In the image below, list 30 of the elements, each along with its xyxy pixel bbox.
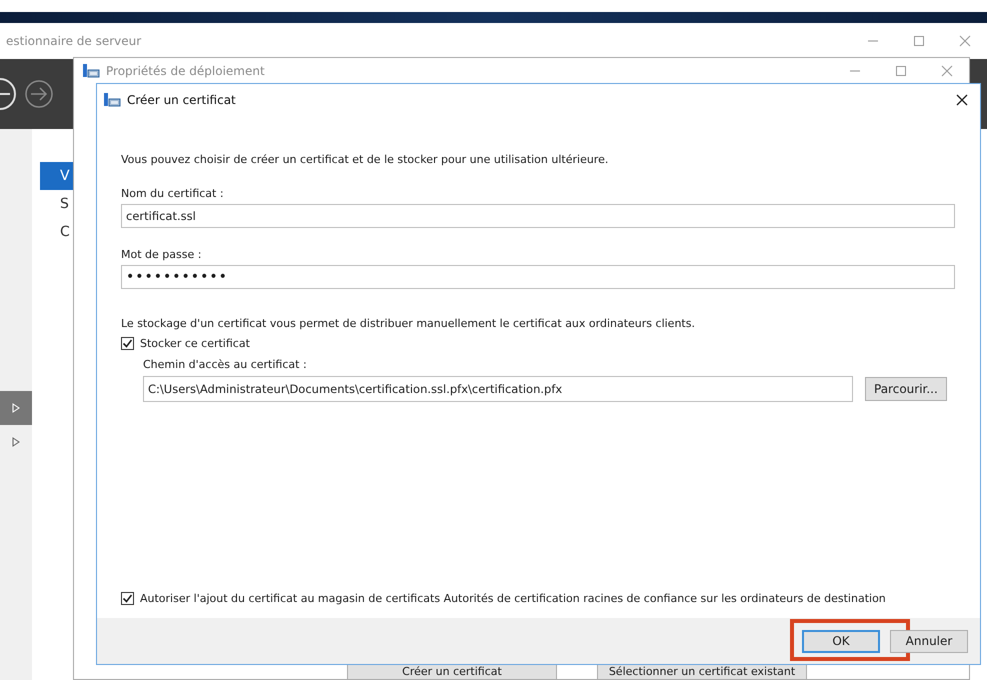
window-title: Créer un certificat <box>127 93 236 107</box>
expand-row[interactable] <box>0 391 32 425</box>
maximize-icon <box>895 65 907 77</box>
dialog-button[interactable]: OK <box>802 630 880 652</box>
window-title: estionnaire de serveur <box>6 34 142 48</box>
field-label: Nom du certificat : <box>121 186 225 201</box>
field-label: Mot de passe : <box>121 247 202 262</box>
checkbox-label: Autoriser l'ajout du certificat au magasin de certificats Autorités de certification racines de confiance sur les ordinateurs de destination <box>140 591 886 606</box>
window-icon <box>82 63 100 79</box>
expand-arrow-icon <box>12 437 20 447</box>
checkmark-icon <box>122 338 133 349</box>
checkmark-icon <box>122 593 133 604</box>
name-field[interactable]: certificat.ssl <box>121 204 955 228</box>
close-icon <box>956 94 968 106</box>
maximize-icon <box>913 35 925 47</box>
dialog-button[interactable]: Annuler <box>890 630 968 652</box>
checkbox[interactable] <box>121 592 134 605</box>
browse-button[interactable]: Parcourir... <box>865 377 947 401</box>
window-title: Propriétés de déploiement <box>106 64 265 78</box>
intro-text: Vous pouvez choisir de créer un certificat et de le stocker pour une utilisation ultérieure. <box>121 152 610 167</box>
close-icon <box>959 35 971 47</box>
checkbox[interactable] <box>121 337 134 350</box>
window-icon <box>103 92 121 108</box>
password-field[interactable]: ••••••••••• <box>121 265 955 289</box>
expand-arrow-icon <box>12 403 20 413</box>
checkbox-label: Stocker ce certificat <box>140 336 250 351</box>
path-field[interactable]: C:\Users\Administrateur\Documents\certification.ssl.pfx\certification.pfx <box>143 376 853 402</box>
field-label: Chemin d'accès au certificat : <box>143 357 308 372</box>
storage-note: Le stockage d'un certificat vous permet de distribuer manuellement le certificat aux ordinateurs clients. <box>121 316 696 331</box>
close-icon <box>941 65 953 77</box>
